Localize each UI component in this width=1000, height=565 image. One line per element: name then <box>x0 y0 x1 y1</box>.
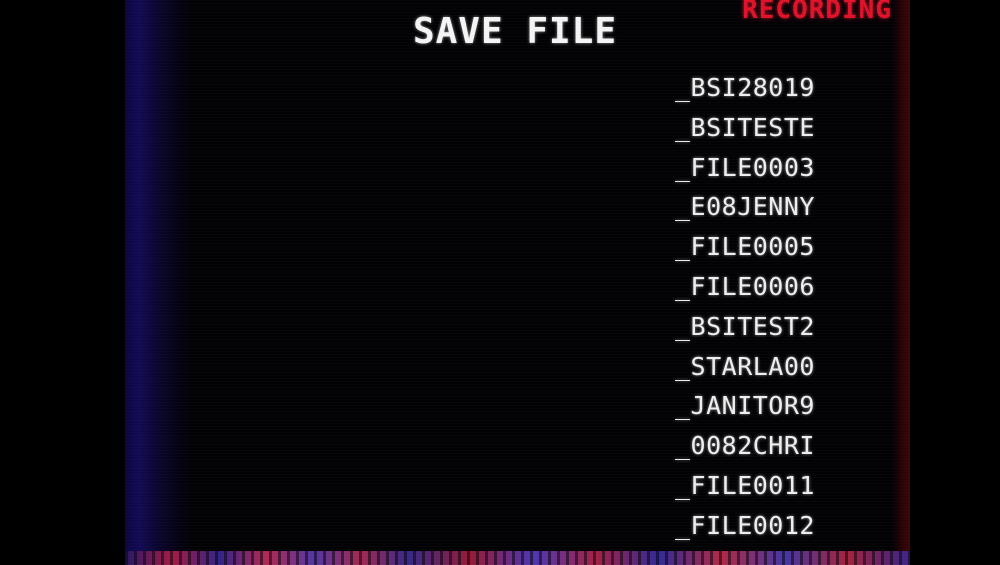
file-slot-5[interactable]: _FILE0005 <box>675 229 815 269</box>
save-file-list: _BSI28019 _BSITESTE _FILE0003 _E08JENNY … <box>675 70 815 548</box>
video-frame: SAVE FILE RECORDING _BSI28019 _BSITESTE … <box>0 0 1000 565</box>
page-title: SAVE FILE <box>412 11 618 52</box>
file-slot-2[interactable]: _BSITESTE <box>675 110 815 150</box>
crt-screen: SAVE FILE RECORDING _BSI28019 _BSITESTE … <box>125 0 910 565</box>
file-slot-9[interactable]: _JANITOR9 <box>675 388 815 428</box>
file-slot-4[interactable]: _E08JENNY <box>675 189 815 229</box>
file-slot-8[interactable]: _STARLA00 <box>675 349 815 389</box>
file-slot-10[interactable]: _0082CHRI <box>675 428 815 468</box>
file-slot-12[interactable]: _FILE0012 <box>675 508 815 548</box>
right-color-bleed <box>892 0 910 565</box>
file-slot-11[interactable]: _FILE0011 <box>675 468 815 508</box>
file-slot-3[interactable]: _FILE0003 <box>675 150 815 190</box>
signal-noise-band <box>125 551 910 565</box>
file-slot-7[interactable]: _BSITEST2 <box>675 309 815 349</box>
file-slot-6[interactable]: _FILE0006 <box>675 269 815 309</box>
recording-indicator: RECORDING <box>742 0 892 25</box>
left-color-bleed <box>125 0 195 565</box>
file-slot-1[interactable]: _BSI28019 <box>675 70 815 110</box>
